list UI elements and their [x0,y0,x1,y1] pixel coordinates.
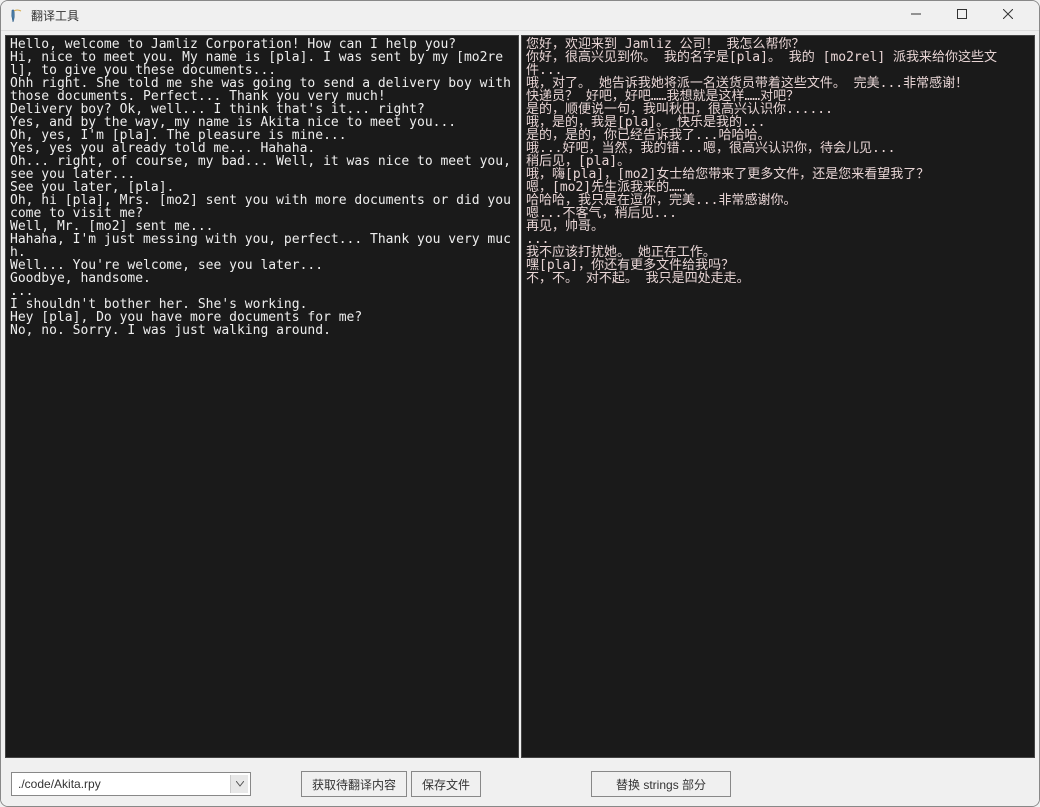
window-controls [893,3,1031,29]
minimize-button[interactable] [893,0,939,29]
close-button[interactable] [985,0,1031,29]
main-window: 翻译工具 Hello, welcome to Jamliz Corporatio… [0,0,1040,807]
fetch-content-button[interactable]: 获取待翻译内容 [301,771,407,797]
app-icon [9,8,25,24]
chevron-down-icon[interactable] [230,775,248,793]
window-title: 翻译工具 [31,7,893,24]
save-file-button[interactable]: 保存文件 [411,771,481,797]
content-area: Hello, welcome to Jamliz Corporation! Ho… [1,31,1039,762]
bottom-toolbar: ./code/Akita.rpy 获取待翻译内容 保存文件 替换 strings… [1,762,1039,806]
file-path-combo[interactable]: ./code/Akita.rpy [11,772,251,796]
titlebar: 翻译工具 [1,1,1039,31]
button-group-left: 获取待翻译内容 保存文件 [301,771,481,797]
source-text-panel[interactable]: Hello, welcome to Jamliz Corporation! Ho… [5,35,519,758]
translated-text-panel[interactable]: 您好，欢迎来到 Jamliz 公司！ 我怎么帮你？ 你好，很高兴见到你。 我的名… [521,35,1035,758]
file-path-value: ./code/Akita.rpy [18,777,101,791]
replace-strings-button[interactable]: 替换 strings 部分 [591,771,731,797]
maximize-button[interactable] [939,0,985,29]
